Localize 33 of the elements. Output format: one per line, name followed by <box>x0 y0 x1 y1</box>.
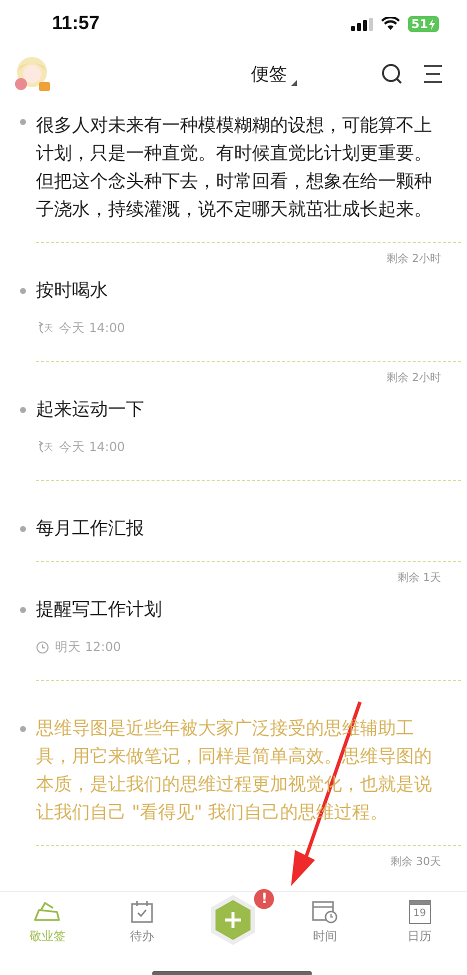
status-time: 11:57 <box>52 13 100 35</box>
calendar-check-icon <box>130 900 154 924</box>
notes-icon <box>33 900 62 924</box>
time-remaining: 剩余 1天 <box>398 570 441 586</box>
reminder-time: 明天 12:00 <box>55 638 121 656</box>
todo-tab[interactable]: 待办 <box>112 900 172 944</box>
reminder-time: 今天 14:00 <box>59 438 125 456</box>
menu-icon[interactable] <box>423 65 443 83</box>
battery-indicator: 51 <box>408 16 439 32</box>
calendar-clock-icon <box>312 900 338 924</box>
time-tab[interactable]: 时间 <box>295 900 356 944</box>
dropdown-caret-icon[interactable] <box>291 80 297 86</box>
page-title[interactable]: 便签 <box>251 62 287 86</box>
calendar-tab[interactable]: 19 日历 <box>390 900 450 944</box>
time-remaining: 剩余 2小时 <box>386 251 441 267</box>
note-text[interactable]: 起来运动一下 <box>36 396 461 424</box>
wifi-icon <box>381 17 400 31</box>
search-icon[interactable] <box>381 63 403 85</box>
note-text[interactable]: 很多人对未来有一种模模糊糊的设想，可能算不上计划，只是一种直觉。有时候直觉比计划更重要。但把这个念头种下去，时常回看，想象在给一颗种子浇水，持续灌溉，说不定哪天就茁壮成长起来。 <box>36 112 461 224</box>
time-remaining: 剩余 2小时 <box>386 370 441 386</box>
time-remaining: 剩余 30天 <box>390 854 441 870</box>
tab-label: 敬业签 <box>29 928 66 944</box>
tab-label: 时间 <box>313 928 338 944</box>
reminder-time: 今天 14:00 <box>59 320 125 336</box>
clock-icon <box>36 640 49 654</box>
calendar-icon: 19 <box>408 900 431 924</box>
tab-label: 待办 <box>130 928 154 944</box>
note-text[interactable]: 提醒写工作计划 <box>36 596 461 624</box>
signal-icon <box>351 18 374 30</box>
note-text[interactable]: 每月工作汇报 <box>36 515 461 543</box>
note-text[interactable]: 按时喝水 <box>36 277 461 305</box>
tab-label: 日历 <box>408 928 432 944</box>
alert-badge: ! <box>254 889 274 909</box>
